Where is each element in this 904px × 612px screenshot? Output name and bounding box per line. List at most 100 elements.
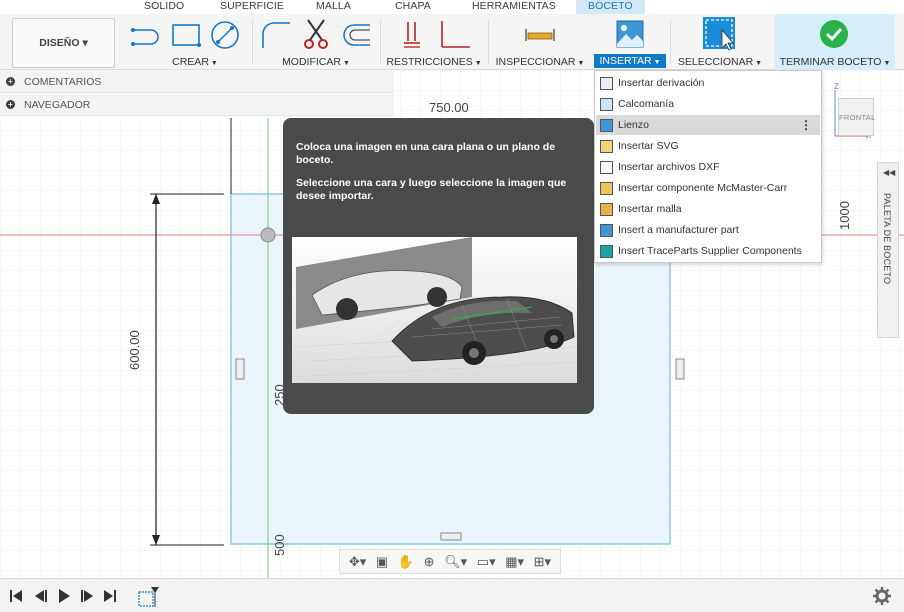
timeline-bar xyxy=(0,578,904,612)
settings-gear-icon[interactable] xyxy=(873,587,891,605)
select-window-icon[interactable] xyxy=(702,16,738,52)
tooltip-line-1: Coloca una imagen en una cara plana o un… xyxy=(296,141,556,166)
rectangle-icon[interactable] xyxy=(170,22,202,48)
separator xyxy=(252,20,253,64)
seleccionar-label[interactable]: SELECCIONAR ▼ xyxy=(672,56,768,68)
separator xyxy=(380,20,381,64)
inspeccionar-group[interactable]: INSPECCIONAR ▼ xyxy=(490,14,590,70)
menu-item-insertar-derivacion[interactable]: Insertar derivación xyxy=(596,73,820,93)
slot-icon[interactable] xyxy=(129,26,165,48)
restricciones-label[interactable]: RESTRICCIONES ▼ xyxy=(382,56,486,68)
canvas-icon xyxy=(600,118,613,132)
navegador-label: NAVEGADOR xyxy=(24,98,91,111)
menu-item-manufacturer-part[interactable]: Insert a manufacturer part xyxy=(596,220,820,240)
seleccionar-group[interactable]: SELECCIONAR ▼ xyxy=(672,14,768,70)
fillet-icon[interactable] xyxy=(260,20,292,50)
tab-solido[interactable]: SOLIDO xyxy=(144,0,184,12)
trim-scissors-icon[interactable] xyxy=(302,18,330,50)
menu-item-insertar-malla[interactable]: Insertar malla xyxy=(596,199,820,219)
menu-item-lienzo[interactable]: Lienzo ⋮ xyxy=(596,115,820,135)
sketch-palette-tab[interactable]: ◀◀ PALETA DE BOCETO xyxy=(877,162,899,338)
pan-hand-icon[interactable]: ✋ xyxy=(398,554,414,570)
step-back-icon[interactable] xyxy=(35,590,47,602)
fix-constraint-icon[interactable] xyxy=(402,19,424,51)
menu-label: Insertar malla xyxy=(618,203,682,215)
tooltip-car-illustration xyxy=(292,237,577,383)
perpendicular-constraint-icon[interactable] xyxy=(438,19,472,51)
menu-item-insertar-dxf[interactable]: Insertar archivos DXF xyxy=(596,157,820,177)
canvas-tooltip: Coloca una imagen en una cara plana o un… xyxy=(283,118,594,414)
view-cube[interactable]: FRONTAL xyxy=(838,98,875,136)
svg-icon xyxy=(600,139,613,153)
tooltip-line-2: Seleccione una cara y luego seleccione l… xyxy=(296,177,567,202)
manufacturer-icon xyxy=(600,223,613,237)
measure-icon[interactable] xyxy=(524,26,556,44)
design-workspace-button[interactable]: DISEÑO ▾ xyxy=(12,18,115,68)
modificar-group[interactable]: MODIFICAR ▼ xyxy=(254,14,378,70)
comentarios-label: COMENTARIOS xyxy=(24,75,102,88)
orbit-icon[interactable]: ✥▾ xyxy=(349,554,366,570)
double-chevron-left-icon[interactable]: ◀◀ xyxy=(883,168,895,177)
display-settings-icon[interactable]: ▭▾ xyxy=(477,554,496,570)
derive-icon xyxy=(600,76,613,90)
ribbon-toolbar: DISEÑO ▾ CREAR ▼ MODIFICAR ▼ RESTRICCION… xyxy=(0,14,904,70)
mcmaster-icon xyxy=(600,181,613,195)
svg-text:Z: Z xyxy=(834,82,839,91)
workspace-tabs: SOLIDO SUPERFICIE MALLA CHAPA HERRAMIENT… xyxy=(0,0,904,14)
zoom-window-icon[interactable]: 🔍︎▾ xyxy=(444,554,467,570)
navegador-panel[interactable]: + NAVEGADOR xyxy=(0,94,394,116)
grid-settings-icon[interactable]: ▦▾ xyxy=(505,554,524,570)
timeline-sketch-icon[interactable] xyxy=(138,587,159,607)
modificar-label[interactable]: MODIFICAR ▼ xyxy=(254,56,378,68)
viewports-icon[interactable]: ⊞▾ xyxy=(534,554,551,570)
tab-chapa[interactable]: CHAPA xyxy=(395,0,431,12)
menu-label: Insertar derivación xyxy=(618,77,705,89)
look-at-icon[interactable]: ▣ xyxy=(376,554,388,570)
comentarios-panel[interactable]: + COMENTARIOS xyxy=(0,71,394,93)
mesh-icon xyxy=(600,202,613,216)
restricciones-group[interactable]: RESTRICCIONES ▼ xyxy=(382,14,486,70)
finish-sketch-check-icon[interactable] xyxy=(819,19,849,49)
terminar-label[interactable]: TERMINAR BOCETO ▼ xyxy=(775,56,895,68)
menu-label: Insert TraceParts Supplier Components xyxy=(618,245,802,257)
menu-label: Insertar archivos DXF xyxy=(618,161,720,173)
dimension-500[interactable]: 500 xyxy=(272,534,287,556)
offset-icon[interactable] xyxy=(340,22,372,48)
go-to-start-icon[interactable] xyxy=(10,590,22,602)
go-to-end-icon[interactable] xyxy=(104,590,116,602)
zoom-icon[interactable]: ⊕ xyxy=(424,554,435,570)
dimension-right[interactable]: 1000 xyxy=(837,201,852,230)
expand-icon[interactable]: + xyxy=(6,77,15,86)
insertar-group[interactable]: INSERTAR ▼ xyxy=(594,14,666,70)
menu-item-mcmaster[interactable]: Insertar componente McMaster-Carr xyxy=(596,178,820,198)
tab-boceto[interactable]: BOCETO xyxy=(576,0,645,14)
dimension-top[interactable]: 750.00 xyxy=(429,100,469,115)
insertar-label[interactable]: INSERTAR ▼ xyxy=(594,54,666,68)
crear-label[interactable]: CREAR ▼ xyxy=(125,56,265,68)
traceparts-icon xyxy=(600,244,613,258)
tab-superficie[interactable]: SUPERFICIE xyxy=(220,0,284,12)
separator xyxy=(488,20,489,64)
tab-herramientas[interactable]: HERRAMIENTAS xyxy=(472,0,556,12)
crear-group[interactable]: CREAR ▼ xyxy=(125,14,265,70)
menu-item-insertar-svg[interactable]: Insertar SVG xyxy=(596,136,820,156)
insert-dropdown-menu: Insertar derivación Calcomanía Lienzo ⋮ … xyxy=(594,70,822,263)
palette-label: PALETA DE BOCETO xyxy=(882,193,892,285)
inspeccionar-label[interactable]: INSPECCIONAR ▼ xyxy=(490,56,590,68)
terminar-group[interactable]: TERMINAR BOCETO ▼ xyxy=(775,14,895,70)
circle-icon[interactable] xyxy=(209,19,241,51)
menu-item-traceparts[interactable]: Insert TraceParts Supplier Components xyxy=(596,241,820,261)
separator xyxy=(670,20,671,64)
play-icon[interactable] xyxy=(59,589,70,603)
menu-label: Insert a manufacturer part xyxy=(618,224,739,236)
expand-icon[interactable]: + xyxy=(6,100,15,109)
decal-icon xyxy=(600,97,613,111)
tooltip-text: Coloca una imagen en una cara plana o un… xyxy=(296,141,576,213)
more-options-icon[interactable]: ⋮ xyxy=(800,118,812,132)
dimension-left[interactable]: 600.00 xyxy=(127,330,142,370)
insert-image-icon[interactable] xyxy=(616,20,644,48)
menu-label: Insertar SVG xyxy=(618,140,679,152)
step-forward-icon[interactable] xyxy=(81,590,93,602)
menu-item-calcomania[interactable]: Calcomanía xyxy=(596,94,820,114)
tab-malla[interactable]: MALLA xyxy=(316,0,351,12)
